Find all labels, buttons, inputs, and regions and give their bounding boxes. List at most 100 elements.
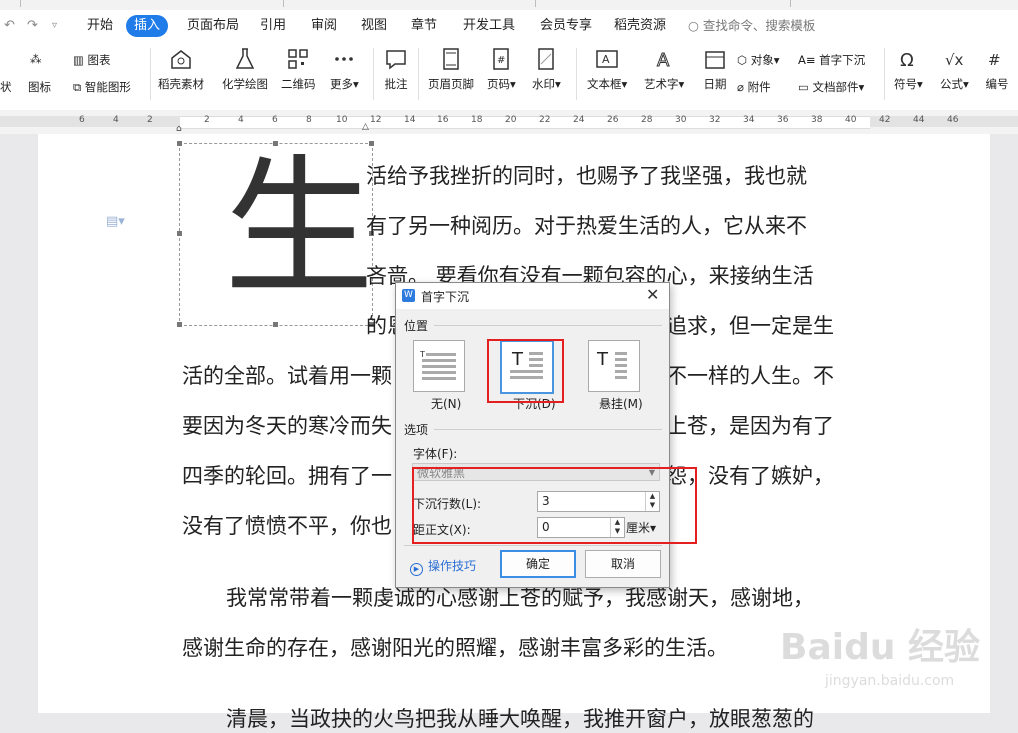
icon-library-button[interactable]: 图标 [28, 79, 51, 95]
ruler-tick: 26 [607, 115, 619, 125]
option-in-margin[interactable]: T [588, 340, 640, 392]
smart-graphic-icon: ⧉ [73, 80, 82, 94]
qrcode-icon [288, 49, 308, 69]
dropcap-none-icon: T [419, 350, 456, 380]
doc-line: 活给予我挫折的同时，也赐予了我坚强，我也就 [366, 164, 807, 188]
formula-button[interactable]: √x 公式▾ [940, 46, 969, 92]
dialog-title: 首字下沉 [421, 290, 470, 304]
highlight-box-options [412, 467, 697, 544]
page-number-button[interactable]: # 页码▾ [487, 46, 516, 92]
ruler-tick: 22 [539, 115, 551, 125]
attachment-button[interactable]: ⌀ 附件 [737, 79, 771, 95]
resize-handle[interactable] [273, 141, 278, 146]
ruler-tick: 36 [777, 115, 789, 125]
baidu-watermark: Baidu 经验 jingyan.baidu.com [770, 618, 1010, 713]
option-none[interactable]: T [413, 340, 465, 392]
object-button[interactable]: ⬡ 对象▾ [737, 52, 779, 68]
watermark-button[interactable]: 水印▾ [532, 46, 561, 92]
svg-text:A: A [657, 50, 670, 71]
shell-material-button[interactable]: 稻壳素材 [158, 46, 204, 92]
resize-handle[interactable] [369, 141, 374, 146]
ruler-tick: 8 [306, 115, 312, 125]
symbol-button[interactable]: Ω 符号▾ [894, 46, 923, 92]
tab-divider [790, 0, 791, 7]
ribbon-shape-label[interactable]: 状 [0, 79, 12, 95]
comment-button[interactable]: 批注 [383, 46, 409, 92]
more-icon [335, 57, 354, 61]
watermark-url: jingyan.baidu.com [825, 673, 955, 689]
watermark-icon [538, 48, 555, 70]
dialog-divider [404, 545, 662, 546]
menu-page-layout[interactable]: 页面布局 [187, 10, 239, 42]
ruler-margin-left [0, 116, 180, 127]
group-divider [434, 429, 662, 430]
more-button[interactable]: 更多▾ [330, 46, 359, 92]
menu-resources[interactable]: 稻壳资源 [614, 10, 666, 42]
smart-graphic-button[interactable]: ⧉ 智能图形 [73, 79, 131, 95]
redo-icon[interactable]: ↷ [27, 10, 38, 42]
ok-button[interactable]: 确定 [500, 550, 576, 578]
ruler-tick: 42 [879, 115, 891, 125]
resize-handle[interactable] [177, 231, 182, 236]
header-footer-button[interactable]: 页眉页脚 [428, 46, 474, 92]
doc-line: 四季的轮回。拥有了一 [182, 464, 392, 488]
right-indent-marker-icon[interactable]: △ [362, 122, 369, 132]
indent-marker-icon[interactable]: ⌂ [176, 124, 182, 134]
chart-button[interactable]: ▥ 图表 [73, 52, 111, 68]
ruler-tick: 20 [505, 115, 517, 125]
menu-developer[interactable]: 开发工具 [463, 10, 515, 42]
menu-home[interactable]: 开始 [87, 10, 113, 42]
doc-parts-button[interactable]: ▭ 文档部件▾ [798, 79, 864, 95]
chem-draw-button[interactable]: 化学绘图 [222, 46, 268, 92]
icon-library-icon[interactable]: ⁂ [30, 52, 42, 66]
ruler-tick: 30 [675, 115, 687, 125]
horizontal-ruler[interactable]: 6 4 2 2 4 6 8 10 12 14 16 18 20 22 24 26… [0, 110, 1018, 134]
position-group-label: 位置 [404, 319, 429, 333]
tips-link[interactable]: ▶ 操作技巧 [410, 557, 476, 576]
menu-review[interactable]: 审阅 [311, 10, 337, 42]
ribbon-divider [576, 48, 577, 100]
smart-graphic-label: 智能图形 [84, 80, 131, 94]
menu-view[interactable]: 视图 [361, 10, 387, 42]
menu-references[interactable]: 引用 [260, 10, 286, 42]
date-button[interactable]: 日期 [702, 46, 728, 92]
paragraph-tag-icon[interactable]: ▤▾ [106, 214, 125, 229]
doc-line: 有了另一种阅历。对于热爱生活的人，它从来不 [366, 214, 807, 238]
close-icon[interactable]: ✕ [646, 285, 659, 304]
ribbon-divider [150, 48, 151, 100]
dialog-titlebar[interactable]: W 首字下沉 ✕ [396, 283, 669, 309]
resize-handle[interactable] [177, 322, 182, 327]
dropcap-button[interactable]: A≡ 首字下沉 [798, 52, 865, 68]
svg-text:T: T [419, 350, 425, 359]
menu-chapter[interactable]: 章节 [411, 10, 437, 42]
ruler-tick: 6 [272, 115, 278, 125]
qrcode-button[interactable]: 二维码 [281, 46, 316, 92]
resize-handle[interactable] [273, 322, 278, 327]
ruler-tick: 4 [238, 115, 244, 125]
undo-icon[interactable]: ↶ [4, 10, 15, 42]
options-group-label: 选项 [404, 423, 429, 437]
command-search[interactable]: ○ 查找命令、搜索模板 [688, 10, 815, 42]
ribbon-divider [373, 48, 374, 100]
option-margin-label: 悬挂(M) [599, 397, 643, 411]
customize-toolbar-icon[interactable]: ▿ [52, 10, 57, 42]
wordart-button[interactable]: A 艺术字▾ [644, 46, 684, 92]
menu-insert[interactable]: 插入 [126, 15, 169, 37]
cancel-button[interactable]: 取消 [585, 550, 661, 578]
window-tab-strip [0, 0, 1018, 10]
ribbon-divider [884, 48, 885, 100]
search-icon: ○ [688, 18, 699, 33]
ruler-margin-right [870, 116, 1018, 127]
dropcap-frame[interactable]: 生 [177, 141, 374, 327]
numbering-button[interactable]: # 编号 [984, 46, 1010, 92]
menu-bar: ↶ ↷ ▿ 开始 插入 页面布局 引用 审阅 视图 章节 开发工具 会员专享 稻… [0, 10, 1018, 42]
wordart-icon: A [657, 50, 671, 72]
play-icon: ▶ [410, 563, 423, 576]
textbox-button[interactable]: A 文本框▾ [587, 46, 627, 92]
resize-handle[interactable] [177, 141, 182, 146]
formula-icon: √x [945, 51, 964, 69]
doc-line: 感谢生命的存在，感谢阳光的照耀，感谢丰富多彩的生活。 [182, 636, 728, 660]
menu-member[interactable]: 会员专享 [540, 10, 592, 42]
option-none-label: 无(N) [431, 397, 462, 411]
search-input[interactable]: 查找命令、搜索模板 [703, 18, 816, 33]
